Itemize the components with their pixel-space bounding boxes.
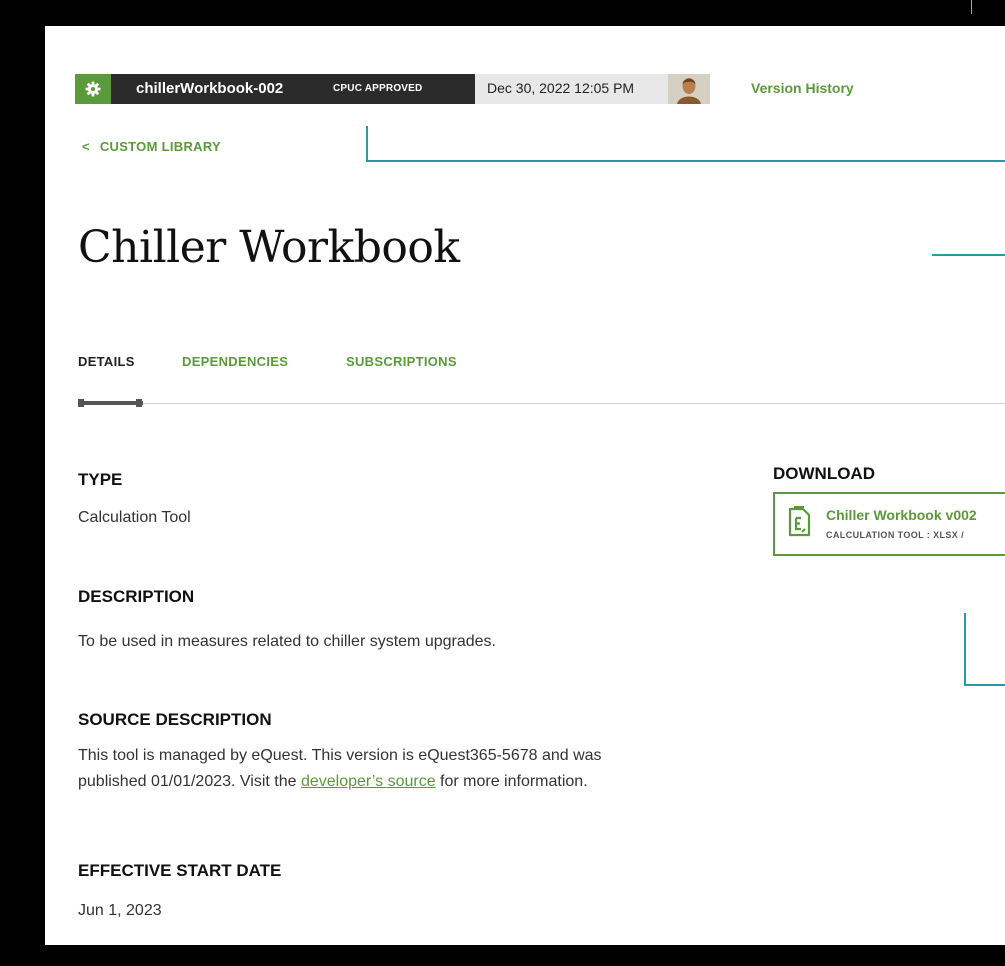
- type-label: TYPE: [78, 470, 123, 489]
- back-link-label: CUSTOM LIBRARY: [99, 139, 222, 154]
- gear-icon: [85, 81, 101, 97]
- item-name: chillerWorkbook-002: [136, 80, 284, 97]
- active-tab-indicator-cap-right: [136, 399, 142, 407]
- spreadsheet-file-icon: [788, 506, 811, 537]
- annotation-connector-download: [964, 613, 1005, 686]
- source-description-line2: published 01/01/2023. Visit the develope…: [78, 769, 588, 794]
- developer-source-link[interactable]: developer’s source: [301, 773, 436, 790]
- frame-bottom-border: [0, 945, 1005, 966]
- tab-divider: [78, 403, 1005, 404]
- download-label: DOWNLOAD: [773, 464, 875, 483]
- version-history-link[interactable]: Version History: [751, 80, 854, 96]
- user-icon: [668, 74, 710, 104]
- frame-left-border: [0, 0, 45, 966]
- download-file-name: Chiller Workbook v002: [826, 507, 977, 523]
- effective-start-date-label: EFFECTIVE START DATE: [78, 861, 282, 880]
- annotation-connector-header: [366, 126, 1005, 162]
- effective-start-date-value: Jun 1, 2023: [78, 902, 162, 919]
- type-value: Calculation Tool: [78, 509, 191, 526]
- status-badge: CPUC APPROVED: [333, 83, 423, 94]
- page-title: Chiller Workbook: [78, 222, 460, 273]
- source-description-text-end: for more information.: [435, 773, 588, 790]
- chevron-left-icon: <: [82, 139, 90, 154]
- active-tab-indicator: [78, 401, 143, 405]
- download-file-meta: CALCULATION TOOL : XLSX /: [826, 530, 964, 540]
- description-value: To be used in measures related to chille…: [78, 633, 496, 650]
- back-to-custom-library-link[interactable]: < CUSTOM LIBRARY: [82, 139, 221, 154]
- source-description-line1: This tool is managed by eQuest. This ver…: [78, 747, 602, 764]
- avatar[interactable]: [668, 74, 710, 104]
- source-description-label: SOURCE DESCRIPTION: [78, 710, 272, 729]
- annotation-connector-title: [932, 254, 1005, 256]
- tab-subscriptions[interactable]: SUBSCRIPTIONS: [346, 354, 457, 369]
- tab-details[interactable]: DETAILS: [78, 354, 135, 369]
- source-description-text: published 01/01/2023. Visit the: [78, 773, 301, 790]
- active-tab-indicator-cap-left: [78, 399, 84, 407]
- description-label: DESCRIPTION: [78, 587, 195, 606]
- tab-dependencies[interactable]: DEPENDENCIES: [182, 354, 288, 369]
- last-modified-date: Dec 30, 2022 12:05 PM: [487, 80, 635, 96]
- settings-button[interactable]: [75, 74, 111, 104]
- frame-top-border: [0, 0, 1005, 26]
- frame-mark: [971, 0, 972, 14]
